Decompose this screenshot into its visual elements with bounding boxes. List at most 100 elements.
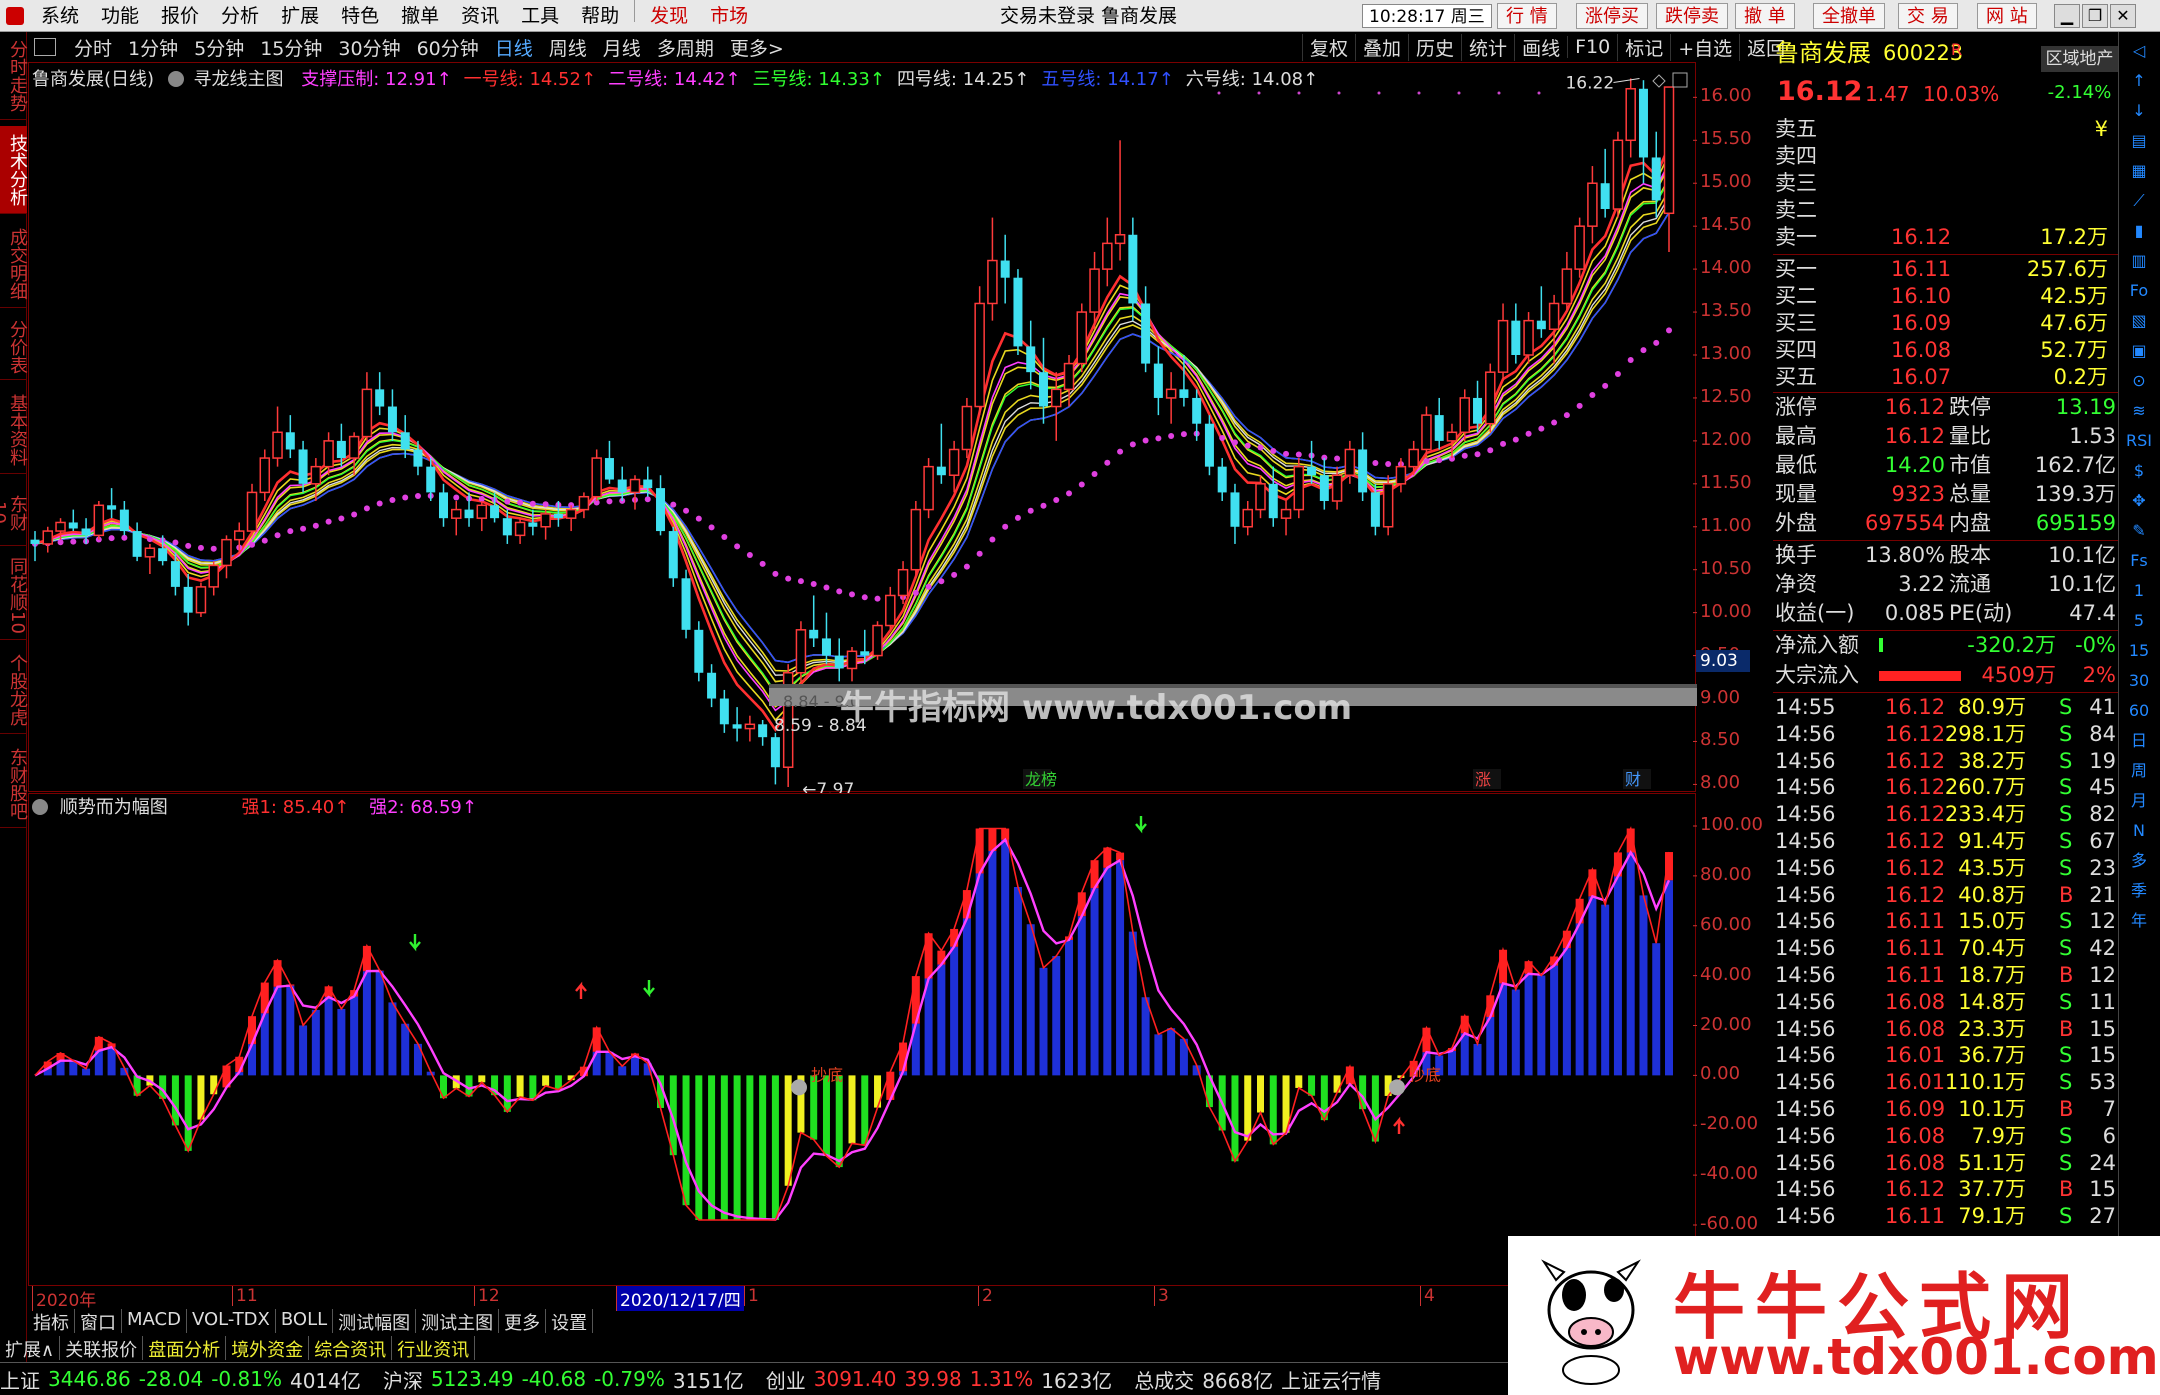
restore-icon[interactable]: ❐: [2082, 4, 2108, 28]
period-tab[interactable]: 分时: [66, 34, 120, 61]
oscillator-chart[interactable]: 抄底 抄底: [29, 794, 1697, 1324]
indicator-tab[interactable]: 测试幅图: [333, 1309, 417, 1334]
chart-tool-button[interactable]: 标记: [1617, 33, 1670, 61]
event-badge[interactable]: 财: [1623, 769, 1651, 789]
period-tab[interactable]: 月线: [595, 34, 649, 61]
menu-item-highlight[interactable]: 发现: [639, 0, 699, 32]
toolbar-icon[interactable]: 日: [2125, 728, 2153, 754]
indicator-tab[interactable]: MACD: [122, 1309, 187, 1333]
menu-item[interactable]: 功能: [90, 0, 150, 32]
menu-item-highlight[interactable]: 市场: [699, 0, 759, 32]
toolbar-icon[interactable]: 15: [2125, 638, 2153, 664]
bottom-tab[interactable]: 行业资讯: [392, 1336, 476, 1361]
bottom-tab[interactable]: 境外资金: [226, 1336, 310, 1361]
left-tab[interactable]: 分时走势: [0, 32, 28, 120]
toolbar-icon[interactable]: ▤: [2125, 128, 2153, 154]
quick-action-button[interactable]: 全撤单: [1813, 3, 1885, 29]
menu-item[interactable]: 资讯: [450, 0, 510, 32]
quick-action-button[interactable]: 涨停买: [1576, 3, 1648, 29]
sub-indicator-label[interactable]: 顺势而为幅图: [60, 797, 168, 818]
left-tab[interactable]: 成交明细: [0, 220, 28, 308]
indicator-tab[interactable]: 设置: [546, 1309, 594, 1334]
toolbar-icon[interactable]: 60: [2125, 698, 2153, 724]
indicator-tab[interactable]: BOLL: [276, 1309, 334, 1333]
minimize-icon[interactable]: ▁: [2054, 4, 2080, 28]
toolbar-icon[interactable]: ▦: [2125, 158, 2153, 184]
bottom-tab[interactable]: 扩展∧: [0, 1336, 61, 1361]
indicator-label[interactable]: 寻龙线主图: [194, 69, 284, 90]
toolbar-icon[interactable]: 5: [2125, 608, 2153, 634]
toolbar-icon[interactable]: 年: [2125, 908, 2153, 934]
period-tab[interactable]: 更多>: [722, 34, 792, 61]
period-tab[interactable]: 5分钟: [186, 34, 252, 61]
toolbar-icon[interactable]: $: [2125, 458, 2153, 484]
toolbar-icon[interactable]: ↑: [2125, 68, 2153, 94]
bottom-tab[interactable]: 关联报价: [60, 1336, 144, 1361]
chart-tool-button[interactable]: 画线: [1514, 33, 1567, 61]
menu-item[interactable]: 特色: [330, 0, 390, 32]
toolbar-icon[interactable]: 1: [2125, 578, 2153, 604]
toolbar-icon[interactable]: ⊙: [2125, 368, 2153, 394]
event-badge[interactable]: 涨: [1473, 769, 1501, 789]
toolbar-icon[interactable]: ◁: [2125, 38, 2153, 64]
indicator-tab[interactable]: 指标: [28, 1309, 75, 1334]
sub-chart-panel[interactable]: 抄底 抄底: [28, 793, 1697, 1324]
toolbar-icon[interactable]: ▣: [2125, 338, 2153, 364]
left-tab[interactable]: 个股龙虎: [0, 646, 28, 734]
chart-tool-button[interactable]: 叠加: [1355, 33, 1408, 61]
toolbar-icon[interactable]: ▥: [2125, 248, 2153, 274]
sub-indicator-toggle-icon[interactable]: [32, 799, 48, 815]
quick-action-button[interactable]: 交 易: [1898, 3, 1958, 29]
toolbar-icon[interactable]: 周: [2125, 758, 2153, 784]
quick-action-button[interactable]: 撤 单: [1735, 3, 1795, 29]
period-tab[interactable]: 15分钟: [252, 34, 330, 61]
left-tab[interactable]: 东财股吧: [0, 740, 28, 828]
toolbar-icon[interactable]: 30: [2125, 668, 2153, 694]
menu-item[interactable]: 系统: [30, 0, 90, 32]
chart-tool-button[interactable]: 历史: [1408, 33, 1461, 61]
diamond-icon[interactable]: [1652, 74, 1666, 88]
window-toggle-icon[interactable]: [34, 38, 56, 56]
bottom-tab[interactable]: 综合资讯: [309, 1336, 393, 1361]
chart-tool-button[interactable]: +自选: [1670, 33, 1739, 61]
period-tab[interactable]: 多周期: [649, 34, 722, 61]
quick-action-button[interactable]: 行 情: [1497, 3, 1557, 29]
menu-item[interactable]: 撤单: [390, 0, 450, 32]
indicator-toggle-icon[interactable]: [167, 71, 184, 87]
chart-tool-button[interactable]: 复权: [1302, 33, 1355, 61]
toolbar-icon[interactable]: ▧: [2125, 308, 2153, 334]
chart-tool-button[interactable]: F10: [1567, 36, 1617, 58]
left-tab[interactable]: 基本资料: [0, 386, 28, 474]
indicator-tab[interactable]: VOL-TDX: [187, 1309, 276, 1333]
close-icon[interactable]: ✕: [2110, 4, 2136, 28]
period-tab[interactable]: 日线: [487, 34, 541, 61]
period-tab[interactable]: 周线: [541, 34, 595, 61]
panel-max-icon[interactable]: [1672, 72, 1688, 88]
indicator-tab[interactable]: 窗口: [75, 1309, 122, 1334]
toolbar-icon[interactable]: N: [2125, 818, 2153, 844]
period-tab[interactable]: 60分钟: [409, 34, 487, 61]
toolbar-icon[interactable]: ▮: [2125, 218, 2153, 244]
left-tab[interactable]: 东财10: [0, 480, 28, 546]
period-tab[interactable]: 30分钟: [330, 34, 408, 61]
indicator-tab[interactable]: 测试主图: [416, 1309, 500, 1334]
bottom-tab[interactable]: 盘面分析: [143, 1336, 227, 1361]
event-badge[interactable]: 龙榜: [1023, 769, 1057, 789]
period-tab[interactable]: 1分钟: [120, 34, 186, 61]
toolbar-icon[interactable]: RSI: [2125, 428, 2153, 454]
toolbar-icon[interactable]: 季: [2125, 878, 2153, 904]
toolbar-icon[interactable]: ✎: [2125, 518, 2153, 544]
toolbar-icon[interactable]: ✥: [2125, 488, 2153, 514]
chart-tool-button[interactable]: 统计: [1461, 33, 1514, 61]
menu-item[interactable]: 工具: [510, 0, 570, 32]
toolbar-icon[interactable]: 多: [2125, 848, 2153, 874]
toolbar-icon[interactable]: ↓: [2125, 98, 2153, 124]
toolbar-icon[interactable]: ≋: [2125, 398, 2153, 424]
quick-action-button[interactable]: 网 站: [1977, 3, 2037, 29]
toolbar-icon[interactable]: 月: [2125, 788, 2153, 814]
menu-item[interactable]: 帮助: [570, 0, 630, 32]
toolbar-icon[interactable]: Fs: [2125, 548, 2153, 574]
left-tab[interactable]: 分价表: [0, 314, 28, 380]
menu-item[interactable]: 分析: [210, 0, 270, 32]
menu-item[interactable]: 扩展: [270, 0, 330, 32]
